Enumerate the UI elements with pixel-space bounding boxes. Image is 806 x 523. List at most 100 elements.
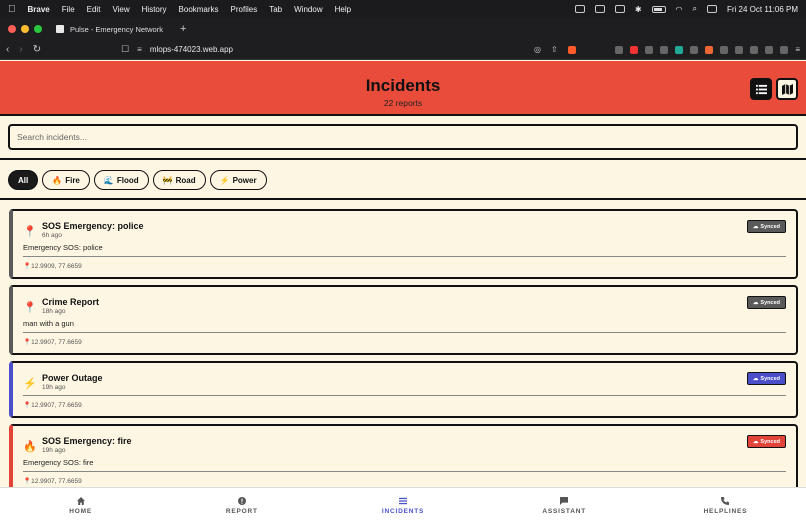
menu-bookmarks[interactable]: Bookmarks bbox=[179, 5, 219, 14]
incident-card[interactable]: ⚡ Power Outage 19h ago 📍12.9907, 77.6659… bbox=[9, 361, 798, 418]
battery-icon[interactable] bbox=[651, 5, 666, 13]
menu-window[interactable]: Window bbox=[294, 5, 322, 14]
nav-report[interactable]: REPORT bbox=[161, 488, 322, 523]
menu-app-name[interactable]: Brave bbox=[28, 5, 50, 14]
incident-location: 📍12.9907, 77.6659 bbox=[23, 477, 82, 485]
extension-icon-6[interactable] bbox=[690, 45, 699, 54]
nav-incidents[interactable]: INCIDENTS bbox=[322, 488, 483, 523]
menubar-clock[interactable]: Fri 24 Oct 11:06 PM bbox=[727, 5, 798, 14]
status-badge-label: Synced bbox=[760, 299, 780, 306]
menu-profiles[interactable]: Profiles bbox=[231, 5, 258, 14]
control-center-icon[interactable] bbox=[707, 5, 717, 13]
incident-location: 📍12.9907, 77.6659 bbox=[23, 338, 82, 346]
incident-list: 📍 SOS Emergency: police 6h ago Emergency… bbox=[0, 202, 806, 487]
search-input[interactable] bbox=[8, 124, 798, 150]
filter-flood[interactable]: 🌊 Flood bbox=[93, 170, 149, 190]
filter-bar: All 🔥 Fire 🌊 Flood 🚧 Road ⚡ Power bbox=[0, 162, 806, 200]
pin-icon: 📍 bbox=[23, 226, 37, 238]
wifi-icon[interactable]: ◠ bbox=[676, 5, 683, 14]
nav-home[interactable]: HOME bbox=[0, 488, 161, 523]
nav-assistant[interactable]: ASSISTANT bbox=[484, 488, 645, 523]
extension-icon-1[interactable] bbox=[615, 45, 624, 54]
extension-icon-9[interactable] bbox=[735, 45, 744, 54]
status-icon-1[interactable] bbox=[574, 5, 585, 13]
wave-icon: 🌊 bbox=[103, 175, 114, 185]
new-tab-button[interactable]: + bbox=[180, 23, 186, 35]
url-field[interactable]: mlops-474023.web.app bbox=[150, 45, 233, 54]
chat-icon bbox=[560, 496, 569, 505]
extension-icon-4[interactable] bbox=[660, 45, 669, 54]
incident-coordinates: 12.9907, 77.6659 bbox=[31, 402, 82, 409]
address-actions: ◎ ⇧ bbox=[534, 45, 576, 54]
filter-fire[interactable]: 🔥 Fire bbox=[42, 170, 90, 190]
wallet-icon[interactable] bbox=[780, 45, 789, 54]
reload-icon[interactable]: ↻ bbox=[33, 44, 41, 55]
zoom-window-button[interactable] bbox=[34, 25, 42, 33]
nav-report-label: REPORT bbox=[225, 507, 258, 515]
extension-icon-5[interactable] bbox=[675, 45, 684, 54]
nav-helplines[interactable]: HELPLINES bbox=[645, 488, 806, 523]
status-badge-label: Synced bbox=[760, 223, 780, 230]
extension-icon-2[interactable] bbox=[630, 45, 639, 54]
status-icon-2[interactable] bbox=[594, 5, 605, 13]
menu-history[interactable]: History bbox=[142, 5, 167, 14]
apple-icon[interactable]:  bbox=[8, 4, 16, 15]
browser-toolbar: ‹ › ↻ ☐ ≡ mlops-474023.web.app ◎ ⇧ ≡ bbox=[0, 40, 806, 60]
minimize-window-button[interactable] bbox=[21, 25, 29, 33]
incident-card[interactable]: 📍 Crime Report 18h ago man with a gun 📍1… bbox=[9, 285, 798, 355]
status-badge-label: Synced bbox=[760, 375, 780, 382]
site-settings-icon[interactable]: ≡ bbox=[137, 45, 142, 54]
menu-file[interactable]: File bbox=[62, 5, 75, 14]
fire-icon: 🔥 bbox=[52, 175, 63, 185]
incident-location: 📍12.9907, 77.6659 bbox=[23, 401, 82, 409]
roadblock-icon: 🚧 bbox=[162, 175, 173, 185]
incident-title: SOS Emergency: police bbox=[42, 221, 144, 231]
sidebar-toggle-icon[interactable] bbox=[765, 45, 774, 54]
bookmark-icon[interactable]: ☐ bbox=[121, 44, 129, 55]
map-view-button[interactable] bbox=[776, 78, 798, 100]
home-icon bbox=[76, 496, 85, 505]
filter-road[interactable]: 🚧 Road bbox=[152, 170, 206, 190]
extension-icon-8[interactable] bbox=[720, 45, 729, 54]
extension-icon-3[interactable] bbox=[645, 45, 654, 54]
list-icon bbox=[399, 497, 407, 504]
bluetooth-icon[interactable]: ✱ bbox=[635, 5, 642, 14]
list-view-button[interactable] bbox=[750, 78, 772, 100]
location-pin-icon: 📍 bbox=[23, 263, 32, 270]
card-divider bbox=[23, 332, 786, 333]
search-icon[interactable]: ⌕ bbox=[693, 4, 697, 14]
menu-icon[interactable]: ≡ bbox=[795, 45, 800, 54]
filter-power[interactable]: ⚡ Power bbox=[209, 170, 267, 190]
back-icon[interactable]: ‹ bbox=[6, 44, 9, 55]
alert-icon bbox=[237, 496, 246, 505]
filter-all-label: All bbox=[18, 175, 29, 185]
menu-view[interactable]: View bbox=[112, 5, 129, 14]
incident-card[interactable]: 🔥 SOS Emergency: fire 19h ago Emergency … bbox=[9, 424, 798, 487]
cloud-icon: ☁ bbox=[752, 299, 759, 306]
extension-icon-10[interactable] bbox=[750, 45, 759, 54]
incident-card[interactable]: 📍 SOS Emergency: police 6h ago Emergency… bbox=[9, 209, 798, 279]
incident-title: Power Outage bbox=[42, 373, 103, 383]
cloud-icon: ☁ bbox=[752, 375, 759, 382]
incident-coordinates: 12.9907, 77.6659 bbox=[31, 478, 82, 485]
page-title: Incidents bbox=[365, 76, 441, 95]
nav-incidents-label: INCIDENTS bbox=[381, 507, 425, 515]
menu-tab[interactable]: Tab bbox=[269, 5, 282, 14]
menu-help[interactable]: Help bbox=[335, 5, 351, 14]
share-icon[interactable]: ⇧ bbox=[551, 45, 558, 54]
forward-icon[interactable]: › bbox=[19, 44, 22, 55]
close-window-button[interactable] bbox=[8, 25, 16, 33]
extension-icon-7[interactable] bbox=[705, 45, 714, 54]
browser-tab[interactable]: Pulse - Emergency Network bbox=[52, 20, 172, 38]
location-pin-icon: 📍 bbox=[23, 402, 32, 409]
status-icon-3[interactable] bbox=[614, 5, 625, 13]
lightning-icon: ⚡ bbox=[23, 378, 37, 390]
status-badge: ☁ Synced bbox=[746, 296, 786, 309]
brave-shields-icon[interactable] bbox=[567, 45, 576, 54]
filter-all[interactable]: All bbox=[8, 170, 39, 190]
location-icon[interactable]: ◎ bbox=[534, 45, 541, 54]
menu-edit[interactable]: Edit bbox=[87, 5, 101, 14]
report-count: 22 reports bbox=[383, 98, 423, 108]
filter-flood-label: Flood bbox=[116, 175, 139, 185]
incident-coordinates: 12.9907, 77.6659 bbox=[31, 339, 82, 346]
